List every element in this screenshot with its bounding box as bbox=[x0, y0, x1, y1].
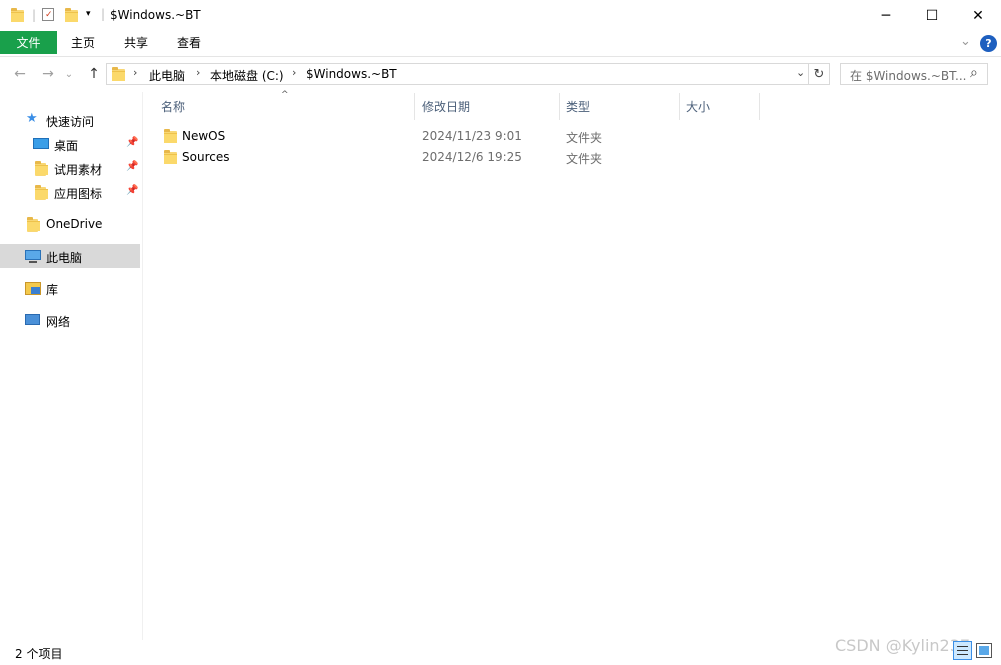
title-bar: | ✓ ▾ | $Windows.~BT ─ ☐ ✕ bbox=[0, 0, 1001, 31]
customize-toolbar-icon[interactable]: ▾ bbox=[86, 9, 91, 19]
folder-icon bbox=[164, 150, 177, 164]
column-header-size[interactable]: 大小 bbox=[686, 98, 710, 115]
sort-ascending-icon: ^ bbox=[281, 90, 289, 100]
item-count: 2 个项目 bbox=[15, 647, 63, 661]
star-icon: ★ bbox=[26, 111, 38, 126]
search-placeholder: 在 $Windows.~BT... bbox=[850, 69, 967, 83]
pin-icon[interactable]: 📌 bbox=[126, 161, 138, 172]
expand-ribbon-icon[interactable]: ⌄ bbox=[960, 34, 971, 49]
pin-icon[interactable]: 📌 bbox=[126, 137, 138, 148]
back-button[interactable]: ← bbox=[10, 64, 30, 84]
column-header-type[interactable]: 类型 bbox=[566, 98, 590, 115]
nav-label: 桌面 bbox=[54, 139, 79, 153]
file-row[interactable]: Sources 2024/12/6 19:25 文件夹 bbox=[155, 147, 759, 168]
nav-onedrive[interactable]: OneDrive bbox=[0, 212, 140, 236]
breadcrumb-drive-c[interactable]: 本地磁盘 (C:) bbox=[210, 67, 284, 84]
folder-icon bbox=[164, 129, 177, 143]
computer-icon bbox=[25, 250, 41, 260]
column-divider[interactable] bbox=[414, 93, 415, 120]
recent-locations-button[interactable]: ⌄ bbox=[62, 64, 76, 84]
tab-label: 主页 bbox=[70, 36, 95, 50]
nav-label: 此电脑 bbox=[46, 251, 83, 265]
file-name: Sources bbox=[182, 150, 230, 164]
window-title: $Windows.~BT bbox=[110, 8, 201, 22]
tab-view[interactable]: 查看 bbox=[163, 31, 215, 54]
file-name: NewOS bbox=[182, 129, 226, 143]
nav-libraries[interactable]: 库 bbox=[0, 276, 140, 300]
up-button[interactable]: ↑ bbox=[84, 64, 104, 84]
nav-trial-materials[interactable]: 试用素材 📌 bbox=[0, 156, 140, 180]
column-header-name[interactable]: 名称 bbox=[161, 98, 185, 115]
forward-button[interactable]: → bbox=[38, 64, 58, 84]
folder-icon bbox=[27, 217, 40, 232]
breadcrumb-separator[interactable]: › bbox=[292, 66, 296, 79]
nav-label: 网络 bbox=[46, 315, 71, 329]
close-button[interactable]: ✕ bbox=[955, 0, 1001, 31]
column-header-modified[interactable]: 修改日期 bbox=[422, 98, 470, 115]
file-modified: 2024/11/23 9:01 bbox=[422, 129, 522, 143]
large-icons-view-button[interactable] bbox=[976, 643, 992, 658]
address-dropdown-icon[interactable]: ⌄ bbox=[796, 66, 805, 79]
breadcrumb-thispc[interactable]: 此电脑 bbox=[149, 67, 185, 84]
nav-quick-access[interactable]: ★ 快速访问 bbox=[0, 108, 140, 132]
toolbar-divider: | bbox=[101, 7, 106, 21]
refresh-button[interactable]: ↻ bbox=[809, 63, 830, 85]
computer-stand bbox=[29, 261, 37, 263]
breadcrumb-separator[interactable]: › bbox=[133, 66, 137, 79]
library-icon bbox=[25, 282, 41, 295]
minimize-button[interactable]: ─ bbox=[863, 0, 909, 31]
file-type: 文件夹 bbox=[566, 152, 603, 166]
search-input[interactable]: 在 $Windows.~BT... bbox=[840, 63, 988, 85]
details-view-button[interactable] bbox=[953, 641, 972, 660]
maximize-button[interactable]: ☐ bbox=[909, 0, 955, 31]
nav-network[interactable]: 网络 bbox=[0, 308, 140, 332]
toolbar-divider: | bbox=[32, 8, 37, 22]
folder-icon bbox=[35, 185, 48, 200]
file-row[interactable]: NewOS 2024/11/23 9:01 文件夹 bbox=[155, 126, 759, 147]
list-line bbox=[957, 646, 968, 647]
tab-label: 共享 bbox=[123, 36, 148, 50]
column-divider[interactable] bbox=[559, 93, 560, 120]
list-line bbox=[957, 654, 968, 655]
nav-desktop[interactable]: 桌面 📌 bbox=[0, 132, 140, 156]
breadcrumb-current[interactable]: $Windows.~BT bbox=[306, 67, 397, 81]
watermark: CSDN @Kylin237 bbox=[835, 636, 971, 655]
properties-icon[interactable]: ✓ bbox=[42, 8, 54, 21]
nav-label: 库 bbox=[46, 283, 59, 297]
list-line bbox=[957, 650, 968, 651]
nav-app-icons[interactable]: 应用图标 📌 bbox=[0, 180, 140, 204]
column-divider[interactable] bbox=[759, 93, 760, 120]
file-type: 文件夹 bbox=[566, 131, 603, 145]
file-modified: 2024/12/6 19:25 bbox=[422, 150, 522, 164]
folder-icon bbox=[11, 8, 24, 22]
nav-label: 试用素材 bbox=[54, 163, 103, 177]
nav-label: OneDrive bbox=[46, 217, 103, 231]
breadcrumb-separator[interactable]: › bbox=[196, 66, 200, 79]
help-icon[interactable]: ? bbox=[980, 35, 997, 52]
ribbon-divider bbox=[0, 56, 1001, 57]
thumbnail-icon bbox=[979, 646, 989, 655]
column-divider[interactable] bbox=[679, 93, 680, 120]
pin-icon[interactable]: 📌 bbox=[126, 185, 138, 196]
search-icon[interactable]: ⌕ bbox=[970, 65, 986, 81]
tab-label: 文件 bbox=[16, 36, 41, 50]
tab-home[interactable]: 主页 bbox=[57, 31, 109, 54]
library-icon-overlay bbox=[31, 287, 40, 294]
nav-label: 快速访问 bbox=[46, 115, 95, 129]
network-icon bbox=[25, 314, 40, 325]
tab-label: 查看 bbox=[176, 36, 201, 50]
desktop-icon bbox=[33, 138, 49, 149]
folder-icon bbox=[35, 161, 48, 176]
nav-label: 应用图标 bbox=[54, 187, 103, 201]
new-folder-icon[interactable] bbox=[65, 8, 78, 22]
sidebar-divider bbox=[142, 92, 143, 640]
folder-icon bbox=[112, 67, 125, 81]
tab-file[interactable]: 文件 bbox=[0, 31, 57, 54]
nav-thispc[interactable]: 此电脑 bbox=[0, 244, 140, 268]
tab-share[interactable]: 共享 bbox=[109, 31, 163, 54]
